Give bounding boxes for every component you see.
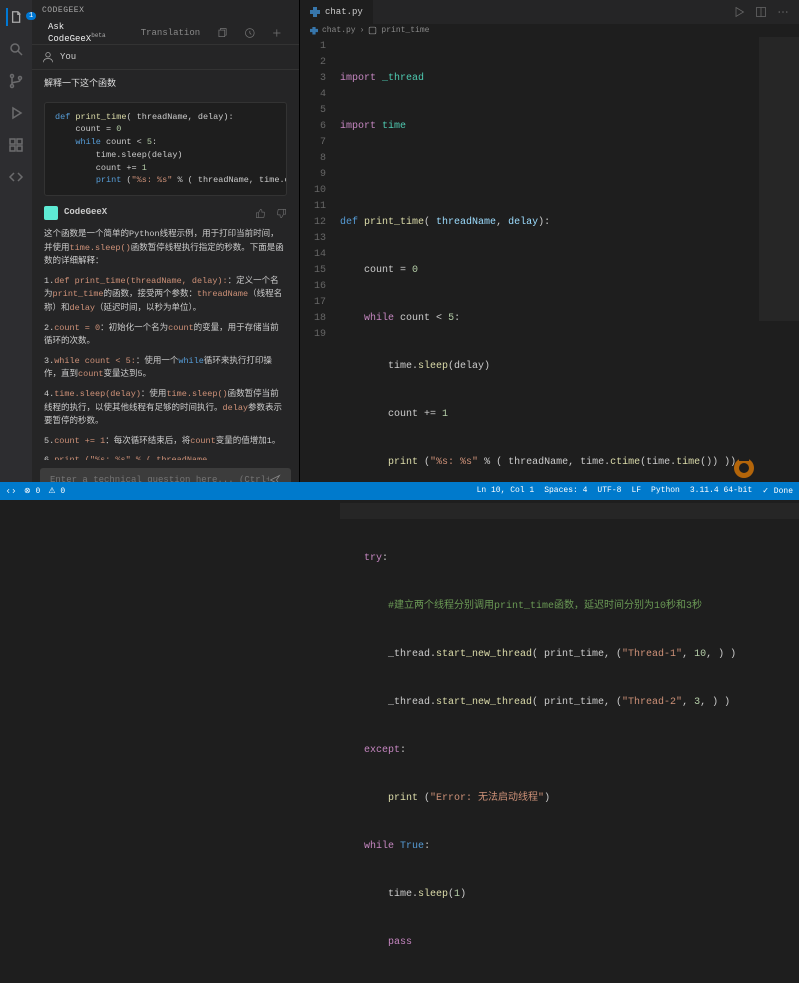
user-icon (42, 51, 54, 63)
search-icon[interactable] (7, 40, 25, 58)
add-icon[interactable] (271, 27, 283, 39)
watermark-icon (729, 450, 789, 480)
python-icon (310, 27, 318, 35)
badge: 1 (26, 12, 36, 20)
codegeex-icon[interactable] (7, 168, 25, 186)
user-row: You (32, 45, 299, 70)
python-icon (310, 7, 320, 17)
status-done[interactable]: ✓ Done (762, 486, 793, 496)
assistant-logo-icon (44, 206, 58, 220)
status-spaces[interactable]: Spaces: 4 (544, 486, 587, 496)
run-icon[interactable] (733, 6, 745, 18)
sidebar: CODEGEEX Ask CodeGeeXbeta Translation Yo… (32, 0, 300, 500)
status-lang[interactable]: Python (651, 486, 680, 496)
user-prompt: 解释一下这个函数 (44, 78, 287, 92)
assistant-row: CodeGeeX (44, 206, 287, 220)
editor-tabs: chat.py (300, 0, 799, 24)
explanation: 这个函数是一个简单的Python线程示例，用于打印当前时间，并使用time.sl… (44, 228, 287, 460)
code-area[interactable]: 12345678910111213141516171819 import _th… (300, 37, 799, 983)
history-icon[interactable] (244, 27, 256, 39)
branch-icon[interactable] (7, 72, 25, 90)
debug-icon[interactable] (7, 104, 25, 122)
editor: chat.py chat.py› print_time 123456789101… (300, 0, 799, 500)
breadcrumb[interactable]: chat.py› print_time (300, 24, 799, 37)
assistant-name: CodeGeeX (64, 206, 249, 220)
tab-file[interactable]: chat.py (300, 0, 374, 24)
minimap[interactable] (759, 37, 799, 983)
remote-icon[interactable] (6, 486, 16, 496)
activity-bar: 1 (0, 0, 32, 500)
tab-ask[interactable]: Ask CodeGeeXbeta (40, 18, 133, 48)
copy-icon[interactable] (216, 27, 228, 39)
more-icon[interactable] (777, 6, 789, 18)
tab-label: chat.py (325, 7, 363, 17)
explorer-icon[interactable]: 1 (6, 8, 24, 26)
you-label: You (60, 52, 76, 62)
code-lines[interactable]: import _thread import time def print_tim… (336, 37, 799, 983)
like-icon[interactable] (255, 208, 266, 219)
gutter: 12345678910111213141516171819 (300, 37, 336, 983)
status-bar: ⊗ 0 ⚠ 0 Ln 10, Col 1 Spaces: 4 UTF-8 LF … (0, 482, 799, 500)
conversation: 解释一下这个函数 def print_time( threadName, del… (32, 70, 299, 460)
status-enc[interactable]: UTF-8 (597, 486, 621, 496)
status-ver[interactable]: 3.11.4 64-bit (690, 486, 752, 496)
split-icon[interactable] (755, 6, 767, 18)
status-eol[interactable]: LF (631, 486, 641, 496)
code-block: def print_time( threadName, delay): coun… (44, 102, 287, 197)
status-warnings[interactable]: ⚠ 0 (48, 486, 65, 496)
tab-translation[interactable]: Translation (133, 24, 208, 42)
symbol-icon (368, 26, 377, 35)
status-ln[interactable]: Ln 10, Col 1 (477, 486, 535, 496)
extensions-icon[interactable] (7, 136, 25, 154)
sidebar-tabs: Ask CodeGeeXbeta Translation (32, 21, 299, 45)
status-errors[interactable]: ⊗ 0 (24, 486, 40, 496)
dislike-icon[interactable] (276, 208, 287, 219)
